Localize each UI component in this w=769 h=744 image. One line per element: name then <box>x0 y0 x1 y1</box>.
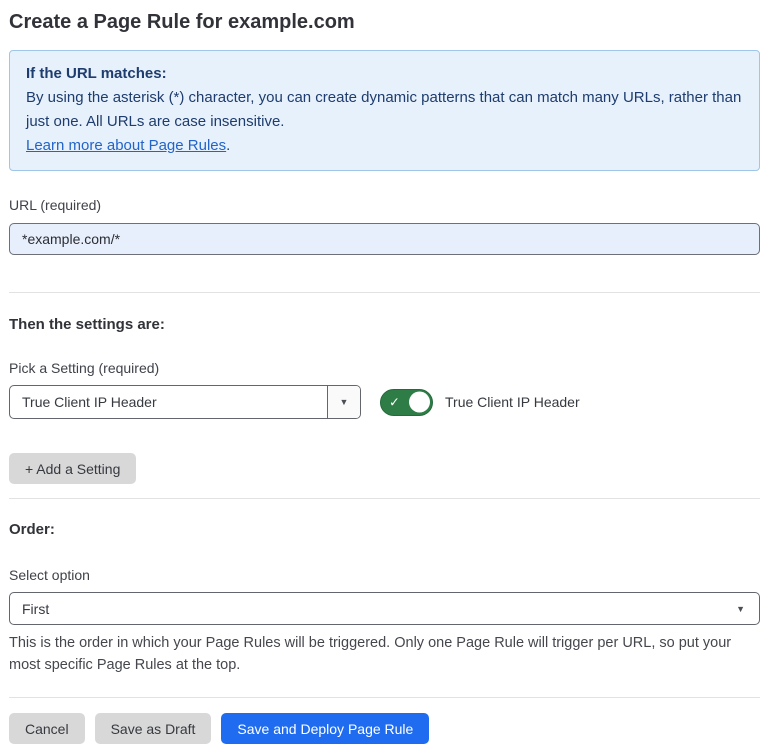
pick-setting-select-value: True Client IP Header <box>10 386 327 418</box>
save-as-draft-button[interactable]: Save as Draft <box>95 713 212 744</box>
order-select-label: Select option <box>9 566 760 584</box>
divider <box>9 292 760 293</box>
check-icon: ✓ <box>389 396 400 409</box>
info-box-heading: If the URL matches: <box>26 62 743 86</box>
pick-setting-select[interactable]: True Client IP Header ▼ <box>9 385 361 419</box>
settings-section-heading: Then the settings are: <box>9 315 760 335</box>
page-title: Create a Page Rule for example.com <box>9 8 760 36</box>
chevron-down-icon: ▼ <box>736 604 745 614</box>
link-suffix: . <box>226 137 230 154</box>
info-box-body: By using the asterisk (*) character, you… <box>26 86 743 134</box>
toggle-label: True Client IP Header <box>445 394 580 410</box>
cancel-button[interactable]: Cancel <box>9 713 85 744</box>
divider <box>9 697 760 698</box>
order-help-text: This is the order in which your Page Rul… <box>9 632 754 676</box>
add-setting-button[interactable]: + Add a Setting <box>9 453 136 484</box>
order-select-value: First <box>22 601 49 617</box>
save-and-deploy-button[interactable]: Save and Deploy Page Rule <box>221 713 429 744</box>
learn-more-link[interactable]: Learn more about Page Rules <box>26 137 226 154</box>
true-client-ip-toggle[interactable]: ✓ <box>380 389 433 416</box>
divider <box>9 498 760 499</box>
url-field-label: URL (required) <box>9 196 760 214</box>
info-box-link-row: Learn more about Page Rules. <box>26 134 743 158</box>
toggle-knob <box>409 392 430 413</box>
pick-setting-label: Pick a Setting (required) <box>9 359 760 377</box>
page-rule-form: Create a Page Rule for example.com If th… <box>0 0 769 744</box>
footer-actions: Cancel Save as Draft Save and Deploy Pag… <box>9 713 760 744</box>
order-select[interactable]: First ▼ <box>9 592 760 625</box>
setting-row: True Client IP Header ▼ ✓ True Client IP… <box>9 385 760 419</box>
order-section-heading: Order: <box>9 520 760 540</box>
setting-toggle-wrap: ✓ True Client IP Header <box>380 389 580 416</box>
chevron-down-icon[interactable]: ▼ <box>327 386 360 418</box>
url-match-info-box: If the URL matches: By using the asteris… <box>9 50 760 171</box>
url-input[interactable] <box>9 223 760 255</box>
